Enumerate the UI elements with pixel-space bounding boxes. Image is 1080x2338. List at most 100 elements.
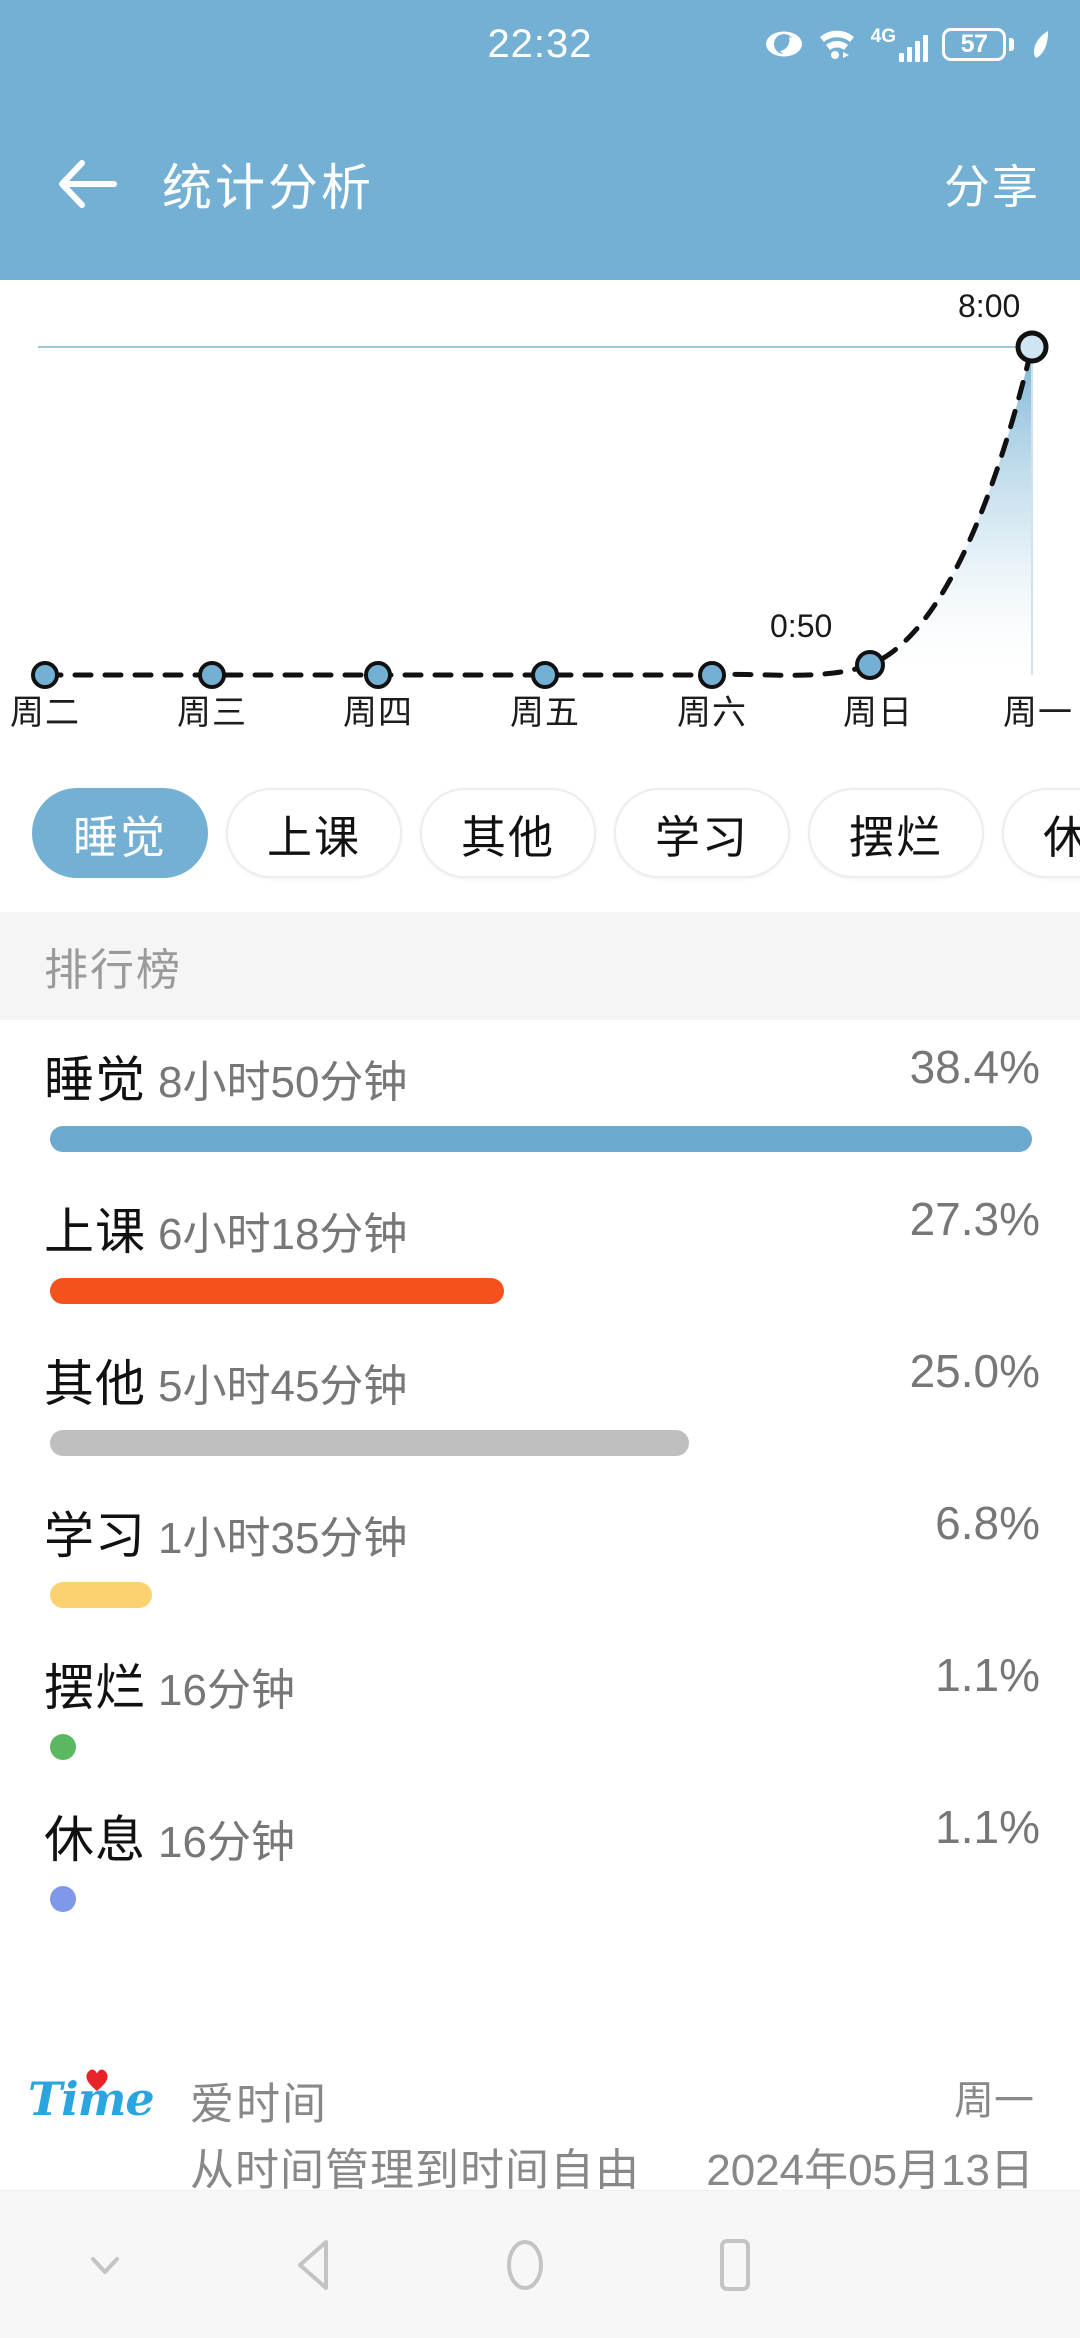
chart-value-label-sunday: 0:50 <box>770 608 833 644</box>
chip-idle[interactable]: 摆烂 <box>808 788 984 878</box>
wifi-icon <box>817 28 857 60</box>
share-button[interactable]: 分享 <box>944 151 1040 217</box>
table-row[interactable]: 休息 16分钟 1.1% <box>0 1780 1080 1932</box>
chart-x-axis: 周二 周三 周四 周五 周六 周日 周一 <box>0 685 1080 755</box>
chart-value-label-peak: 8:00 <box>958 288 1021 324</box>
rank-bar-track <box>50 1278 1032 1304</box>
chart-line <box>42 344 1035 678</box>
rank-row-text: 摆烂 16分钟 1.1% <box>44 1648 1040 1716</box>
ranking-header-label: 排行榜 <box>44 946 182 995</box>
battery-tip <box>1009 37 1014 51</box>
eye-comfort-icon <box>765 30 803 58</box>
back-arrow-icon[interactable] <box>28 124 148 244</box>
app-logo: Time <box>28 2069 155 2148</box>
footer-app-name: 爱时间 <box>190 2080 328 2129</box>
table-row[interactable]: 其他 5小时45分钟 25.0% <box>0 1324 1080 1476</box>
status-time: 22:32 <box>487 21 593 66</box>
rank-percent: 38.4% <box>909 1041 1040 1093</box>
rank-duration: 5小时45分钟 <box>158 1362 408 1411</box>
page-title: 统计分析 <box>162 160 374 216</box>
x-label: 周五 <box>510 694 580 732</box>
rank-percent: 6.8% <box>935 1497 1040 1549</box>
rank-row-text: 休息 16分钟 1.1% <box>44 1800 1040 1868</box>
rank-bar-track <box>50 1582 1032 1608</box>
footer-weekday: 周一 <box>954 2079 1034 2123</box>
rank-bar-track <box>50 1886 1032 1912</box>
chart-point <box>698 661 726 689</box>
rank-name: 睡觉 <box>44 1052 146 1108</box>
signal-bars <box>899 32 928 62</box>
x-label: 周二 <box>10 694 80 732</box>
rank-bar-fill <box>50 1278 504 1304</box>
home-circle-icon[interactable] <box>420 2191 630 2338</box>
power-save-leaf-icon <box>1028 28 1054 60</box>
rank-name: 上课 <box>44 1204 146 1260</box>
rank-name: 学习 <box>44 1508 146 1564</box>
rank-bar-fill <box>50 1582 153 1608</box>
chip-other[interactable]: 其他 <box>420 788 596 878</box>
rank-bar-fill <box>50 1126 1032 1152</box>
chart-point <box>855 650 885 680</box>
rank-bar-track <box>50 1126 1032 1152</box>
rank-row-text: 睡觉 8小时50分钟 38.4% <box>44 1040 1040 1108</box>
recents-square-icon[interactable] <box>630 2191 840 2338</box>
back-triangle-icon[interactable] <box>210 2191 420 2338</box>
rank-bar-fill <box>50 1430 690 1456</box>
chip-sleep[interactable]: 睡觉 <box>32 788 208 878</box>
rank-bar-fill <box>50 1886 76 1912</box>
chart-area-fill <box>45 347 1032 676</box>
network-type-label: 4G <box>870 25 896 47</box>
chip-study[interactable]: 学习 <box>614 788 790 878</box>
app-bar: 统计分析 分享 <box>0 88 1080 280</box>
rank-duration: 6小时18分钟 <box>158 1210 408 1259</box>
heart-icon <box>86 2069 108 2091</box>
rank-percent: 27.3% <box>909 1193 1040 1245</box>
chip-class[interactable]: 上课 <box>226 788 402 878</box>
rank-name: 休息 <box>44 1812 146 1868</box>
status-bar: 22:32 4G 57 <box>0 0 1080 88</box>
chart-point <box>364 661 392 689</box>
rank-bar-track <box>50 1734 1032 1760</box>
x-label: 周三 <box>177 694 247 732</box>
x-label: 周四 <box>343 694 413 732</box>
cellular-signal-icon: 4G <box>871 27 928 62</box>
rank-duration: 16分钟 <box>158 1666 295 1715</box>
rank-name: 摆烂 <box>44 1660 146 1716</box>
rank-percent: 25.0% <box>909 1345 1040 1397</box>
footer-slogan: 从时间管理到时间自由 <box>190 2146 640 2195</box>
chart-point <box>531 661 559 689</box>
status-icons: 4G 57 <box>765 0 1054 88</box>
chart-point <box>198 661 226 689</box>
ranking-section-header: 排行榜 <box>0 912 1080 1020</box>
rank-row-text: 其他 5小时45分钟 25.0% <box>44 1344 1040 1412</box>
rank-duration: 16分钟 <box>158 1818 295 1867</box>
table-row[interactable]: 上课 6小时18分钟 27.3% <box>0 1172 1080 1324</box>
chart-point-peak <box>1015 330 1049 364</box>
chart-point <box>31 661 59 689</box>
hide-keyboard-icon[interactable] <box>0 2191 210 2338</box>
footer-date: 2024年05月13日 <box>706 2146 1034 2195</box>
x-label: 周六 <box>677 694 747 732</box>
ranking-list: 睡觉 8小时50分钟 38.4% 上课 6小时18分钟 27.3% 其他 5小时… <box>0 1020 1080 1932</box>
x-label: 周一 <box>1003 694 1073 732</box>
rank-bar-track <box>50 1430 1032 1456</box>
rank-name: 其他 <box>44 1356 146 1412</box>
app-footer: Time 爱时间 从时间管理到时间自由 周一 2024年05月13日 <box>0 2022 1080 2195</box>
weekly-line-chart[interactable]: 8:00 0:50 周二 周三 周四 周五 周六 周日 周一 <box>0 280 1080 770</box>
rank-bar-fill <box>50 1734 76 1760</box>
rank-duration: 1小时35分钟 <box>158 1514 408 1563</box>
table-row[interactable]: 摆烂 16分钟 1.1% <box>0 1628 1080 1780</box>
rank-duration: 8小时50分钟 <box>158 1058 408 1107</box>
table-row[interactable]: 睡觉 8小时50分钟 38.4% <box>0 1020 1080 1172</box>
table-row[interactable]: 学习 1小时35分钟 6.8% <box>0 1476 1080 1628</box>
chip-rest[interactable]: 休息 <box>1002 788 1080 878</box>
category-chip-row[interactable]: 睡觉 上课 其他 学习 摆烂 休息 <box>0 778 1080 888</box>
system-navigation-bar <box>0 2190 1080 2338</box>
rank-row-text: 学习 1小时35分钟 6.8% <box>44 1496 1040 1564</box>
rank-row-text: 上课 6小时18分钟 27.3% <box>44 1192 1040 1260</box>
x-label: 周日 <box>843 694 913 732</box>
phone-screen: 22:32 4G 57 统计分析 分享 8:00 0:50 周二 周三 周四 周… <box>0 0 1080 2338</box>
battery-icon: 57 <box>942 27 1014 61</box>
rank-percent: 1.1% <box>935 1801 1040 1853</box>
rank-percent: 1.1% <box>935 1649 1040 1701</box>
